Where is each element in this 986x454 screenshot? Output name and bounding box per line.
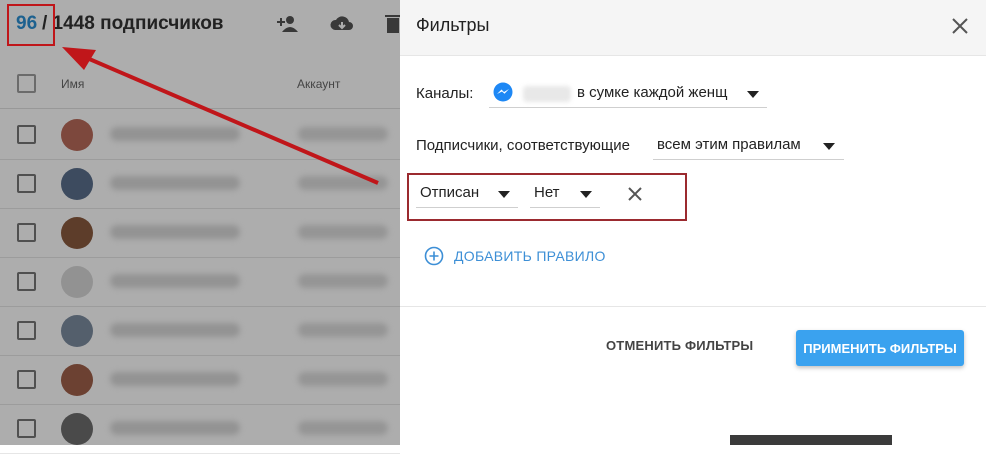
divider bbox=[400, 306, 986, 307]
caret-down-icon bbox=[580, 191, 592, 198]
rule-field-select[interactable]: Отписан bbox=[416, 180, 518, 208]
caret-down-icon bbox=[498, 191, 510, 198]
filters-panel: Фильтры Каналы: в сумке каждой женщ Подп… bbox=[400, 0, 986, 445]
cancel-filters-button[interactable]: ОТМЕНИТЬ ФИЛЬТРЫ bbox=[606, 338, 753, 353]
match-select[interactable]: всем этим правилам bbox=[653, 132, 844, 160]
caret-down-icon bbox=[747, 91, 759, 98]
panel-header: Фильтры bbox=[400, 0, 986, 56]
apply-filters-button[interactable]: ПРИМЕНИТЬ ФИЛЬТРЫ bbox=[796, 330, 964, 366]
close-icon[interactable] bbox=[948, 14, 972, 38]
rule-value-select[interactable]: Нет bbox=[530, 180, 600, 208]
tooltip-edge bbox=[730, 435, 892, 445]
messenger-icon bbox=[493, 82, 513, 102]
channel-value: в сумке каждой женщ bbox=[577, 84, 728, 101]
rule-value: Нет bbox=[534, 184, 560, 201]
match-value: всем этим правилам bbox=[657, 136, 801, 153]
rule-field-value: Отписан bbox=[420, 184, 480, 201]
add-rule-label: ДОБАВИТЬ ПРАВИЛО bbox=[454, 248, 606, 264]
subscribers-label: Подписчики, соответствующие bbox=[416, 137, 630, 154]
add-rule-button[interactable]: ДОБАВИТЬ ПРАВИЛО bbox=[424, 244, 606, 268]
add-circle-icon bbox=[424, 246, 444, 266]
panel-title: Фильтры bbox=[416, 15, 490, 35]
caret-down-icon bbox=[823, 143, 835, 150]
channel-select[interactable]: в сумке каждой женщ bbox=[489, 80, 767, 108]
hidden-channel-name bbox=[523, 86, 571, 102]
remove-rule-icon[interactable] bbox=[627, 186, 643, 202]
modal-backdrop[interactable] bbox=[0, 0, 400, 445]
subscriber-list: 96 / 1448 подписчиков Имя Аккаунт bbox=[0, 0, 401, 454]
channels-label: Каналы: bbox=[416, 85, 474, 102]
annotation-highlight-count bbox=[7, 4, 55, 46]
